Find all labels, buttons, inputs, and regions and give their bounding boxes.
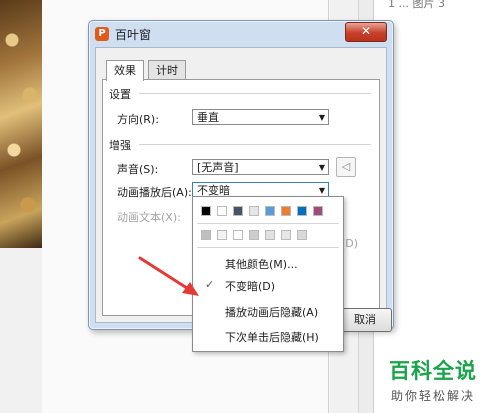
sound-label: 声音(S): [117, 163, 159, 176]
color-swatch[interactable] [297, 206, 307, 216]
watermark-title: 百科全说 [389, 359, 477, 383]
check-icon: ✓ [205, 278, 215, 291]
color-swatch[interactable] [249, 230, 259, 240]
chevron-down-icon: ▼ [318, 163, 325, 172]
settings-divider [139, 93, 371, 94]
more-colors-item[interactable]: 其他颜色(M)... [225, 256, 298, 272]
color-swatch[interactable] [201, 206, 211, 216]
animation-list-item[interactable]: 1 ... 图片 3 [388, 0, 445, 11]
after-animation-dropdown: 其他颜色(M)... ✓ 不变暗(D) 播放动画后隐藏(A) 下次单击后隐藏(H… [192, 196, 344, 352]
sound-select[interactable]: [无声音] ▼ [192, 159, 329, 175]
color-swatch[interactable] [313, 206, 323, 216]
color-swatch[interactable] [281, 206, 291, 216]
color-swatch[interactable] [217, 230, 227, 240]
after-animation-label: 动画播放后(A): [117, 186, 192, 199]
direction-value: 垂直 [197, 111, 219, 124]
color-swatch[interactable] [201, 230, 211, 240]
direction-label: 方向(R): [117, 113, 159, 126]
settings-section-title: 设置 [109, 88, 131, 101]
wps-presentation-icon: P [95, 27, 109, 41]
sound-value: [无声音] [197, 161, 239, 174]
color-swatch[interactable] [297, 230, 307, 240]
color-swatch[interactable] [265, 206, 275, 216]
dropdown-divider [197, 247, 339, 248]
speaker-icon[interactable]: ◁ [336, 157, 356, 177]
tab-effect[interactable]: 效果 [106, 60, 144, 81]
slide-photo [0, 0, 42, 248]
color-swatch[interactable] [265, 230, 275, 240]
color-swatch[interactable] [281, 230, 291, 240]
color-swatch[interactable] [249, 206, 259, 216]
cancel-button[interactable]: 取消 [338, 308, 392, 332]
hide-after-animation-item[interactable]: 播放动画后隐藏(A) [225, 304, 318, 320]
direction-select[interactable]: 垂直 ▼ [192, 109, 329, 125]
chevron-down-icon: ▼ [318, 113, 325, 122]
color-swatch[interactable] [233, 206, 243, 216]
tab-timing[interactable]: 计时 [148, 60, 186, 80]
animation-list-item-label: 1 ... 图片 3 [388, 0, 445, 10]
watermark: 百科全说 助你轻松解决 [378, 355, 488, 404]
enhancements-section-title: 增强 [109, 139, 131, 152]
hide-on-next-click-item[interactable]: 下次单击后隐藏(H) [225, 329, 319, 345]
color-swatch[interactable] [217, 206, 227, 216]
color-swatch[interactable] [233, 230, 243, 240]
dropdown-divider [197, 223, 339, 224]
watermark-subtitle: 助你轻松解决 [390, 389, 475, 403]
close-button[interactable]: ✕ [345, 22, 387, 42]
dialog-title: 百叶窗 [115, 28, 152, 42]
dont-dim-item[interactable]: 不变暗(D) [225, 278, 275, 294]
enhancements-divider [139, 144, 371, 145]
animate-text-label: 动画文本(X): [117, 211, 181, 224]
